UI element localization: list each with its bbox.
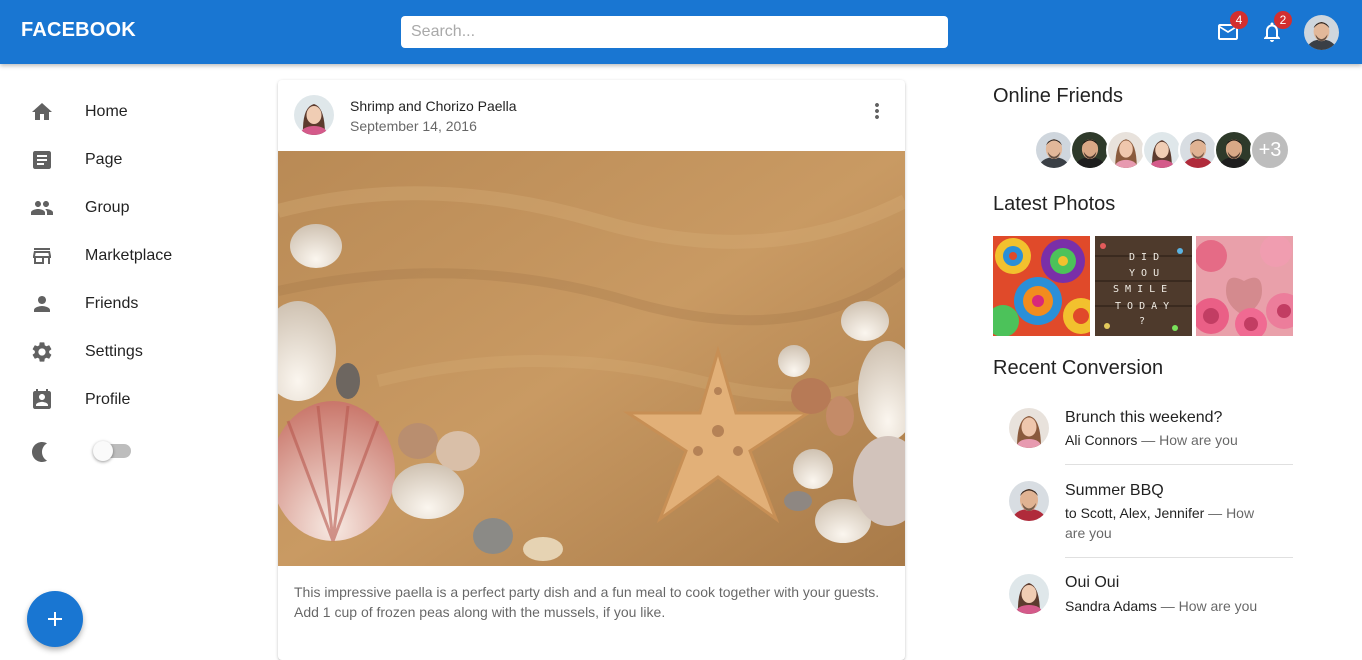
divider <box>1065 464 1293 465</box>
conversation-preview: Ali Connors — How are you <box>1065 430 1275 450</box>
mail-badge: 4 <box>1230 11 1248 29</box>
more-friends-count[interactable]: +3 <box>1250 130 1290 170</box>
post-text: This impressive paella is a perfect part… <box>294 584 880 620</box>
svg-text:D I D: D I D <box>1129 252 1159 263</box>
plus-icon <box>48 612 62 626</box>
friend-avatar[interactable] <box>1106 130 1146 170</box>
friend-avatar[interactable] <box>1070 130 1110 170</box>
conversation-item[interactable]: Oui Oui Sandra Adams — How are you <box>993 563 1293 629</box>
conversation-title: Summer BBQ <box>1065 482 1164 499</box>
conversation-message: — How are you <box>1137 432 1238 448</box>
store-icon <box>30 244 54 268</box>
latest-photo[interactable] <box>993 236 1090 336</box>
sidebar-item-profile[interactable]: Profile <box>0 376 260 424</box>
sidebar-item-page[interactable]: Page <box>0 136 260 184</box>
notifications-badge: 2 <box>1274 11 1292 29</box>
conversation-avatar <box>1009 574 1049 614</box>
toggle-knob <box>93 441 113 461</box>
mail-button[interactable]: 4 <box>1210 11 1248 50</box>
recent-conversations-title: Recent Conversion <box>993 357 1164 379</box>
sidebar-item-settings[interactable]: Settings <box>0 328 260 376</box>
friend-avatar[interactable] <box>1214 130 1254 170</box>
sidebar-item-friends[interactable]: Friends <box>0 280 260 328</box>
friend-avatar[interactable] <box>1034 130 1074 170</box>
sidebar-item-label: Home <box>85 103 128 120</box>
sidebar: Home Page Group Marketplace Friends Sett… <box>0 64 260 650</box>
home-icon <box>30 100 54 124</box>
brand-logo[interactable]: FACEBOOK <box>21 19 136 42</box>
conversation-preview: to Scott, Alex, Jennifer — How are you <box>1065 503 1275 543</box>
person-icon <box>30 292 54 316</box>
svg-text:T O D A Y: T O D A Y <box>1115 301 1169 312</box>
post-card: Shrimp and Chorizo Paella September 14, … <box>278 80 905 660</box>
sidebar-item-label: Page <box>85 151 123 168</box>
sidebar-item-home[interactable]: Home <box>0 88 260 136</box>
moon-icon <box>30 440 54 464</box>
add-button[interactable] <box>27 591 83 647</box>
app-bar: FACEBOOK 4 2 <box>0 0 1362 64</box>
post-menu-button[interactable] <box>865 99 889 123</box>
conversation-title: Brunch this weekend? <box>1065 409 1223 426</box>
svg-text:S M I L E: S M I L E <box>1113 284 1167 295</box>
sidebar-item-label: Group <box>85 199 130 216</box>
sidebar-item-label: Marketplace <box>85 247 173 264</box>
divider <box>1065 557 1293 558</box>
svg-text:Y O U: Y O U <box>1129 268 1159 279</box>
dark-mode-toggle[interactable] <box>93 441 131 461</box>
post-image <box>278 151 905 566</box>
notifications-button[interactable]: 2 <box>1254 11 1292 50</box>
sidebar-item-label: Friends <box>85 295 139 312</box>
conversation-item[interactable]: Brunch this weekend? Ali Connors — How a… <box>993 398 1293 464</box>
latest-photo[interactable] <box>1196 236 1293 336</box>
post-date: September 14, 2016 <box>350 118 477 134</box>
user-avatar[interactable] <box>1304 15 1339 50</box>
sidebar-item-label: Settings <box>85 343 143 360</box>
friend-avatar[interactable] <box>1178 130 1218 170</box>
more-vert-icon <box>875 103 879 119</box>
conversation-item[interactable]: Summer BBQ to Scott, Alex, Jennifer — Ho… <box>993 470 1293 556</box>
conversation-avatar <box>1009 481 1049 521</box>
svg-text:?: ? <box>1139 316 1145 327</box>
online-friends-title: Online Friends <box>993 85 1124 107</box>
conversation-message: — How are you <box>1156 598 1258 614</box>
gear-icon <box>30 340 54 364</box>
post-author-avatar[interactable] <box>294 95 334 135</box>
profile-badge-icon <box>30 388 54 412</box>
friend-avatar[interactable] <box>1142 130 1182 170</box>
sidebar-item-marketplace[interactable]: Marketplace <box>0 232 260 280</box>
latest-photos-title: Latest Photos <box>993 193 1116 215</box>
group-icon <box>30 196 54 220</box>
search-input[interactable] <box>401 16 948 48</box>
conversation-avatar <box>1009 408 1049 448</box>
sidebar-item-group[interactable]: Group <box>0 184 260 232</box>
post-title: Shrimp and Chorizo Paella <box>350 98 517 114</box>
conversation-preview: Sandra Adams — How are you <box>1065 596 1275 616</box>
latest-photo[interactable]: D I D Y O U S M I L E T O D A Y ? <box>1095 236 1192 336</box>
conversation-title: Oui Oui <box>1065 574 1120 591</box>
conversation-sender: Sandra Adams <box>1065 598 1157 614</box>
sidebar-item-label: Profile <box>85 391 131 408</box>
conversation-sender: Ali Connors <box>1065 432 1138 448</box>
conversation-sender: to Scott, Alex, Jennifer <box>1065 505 1205 521</box>
page-icon <box>30 148 54 172</box>
